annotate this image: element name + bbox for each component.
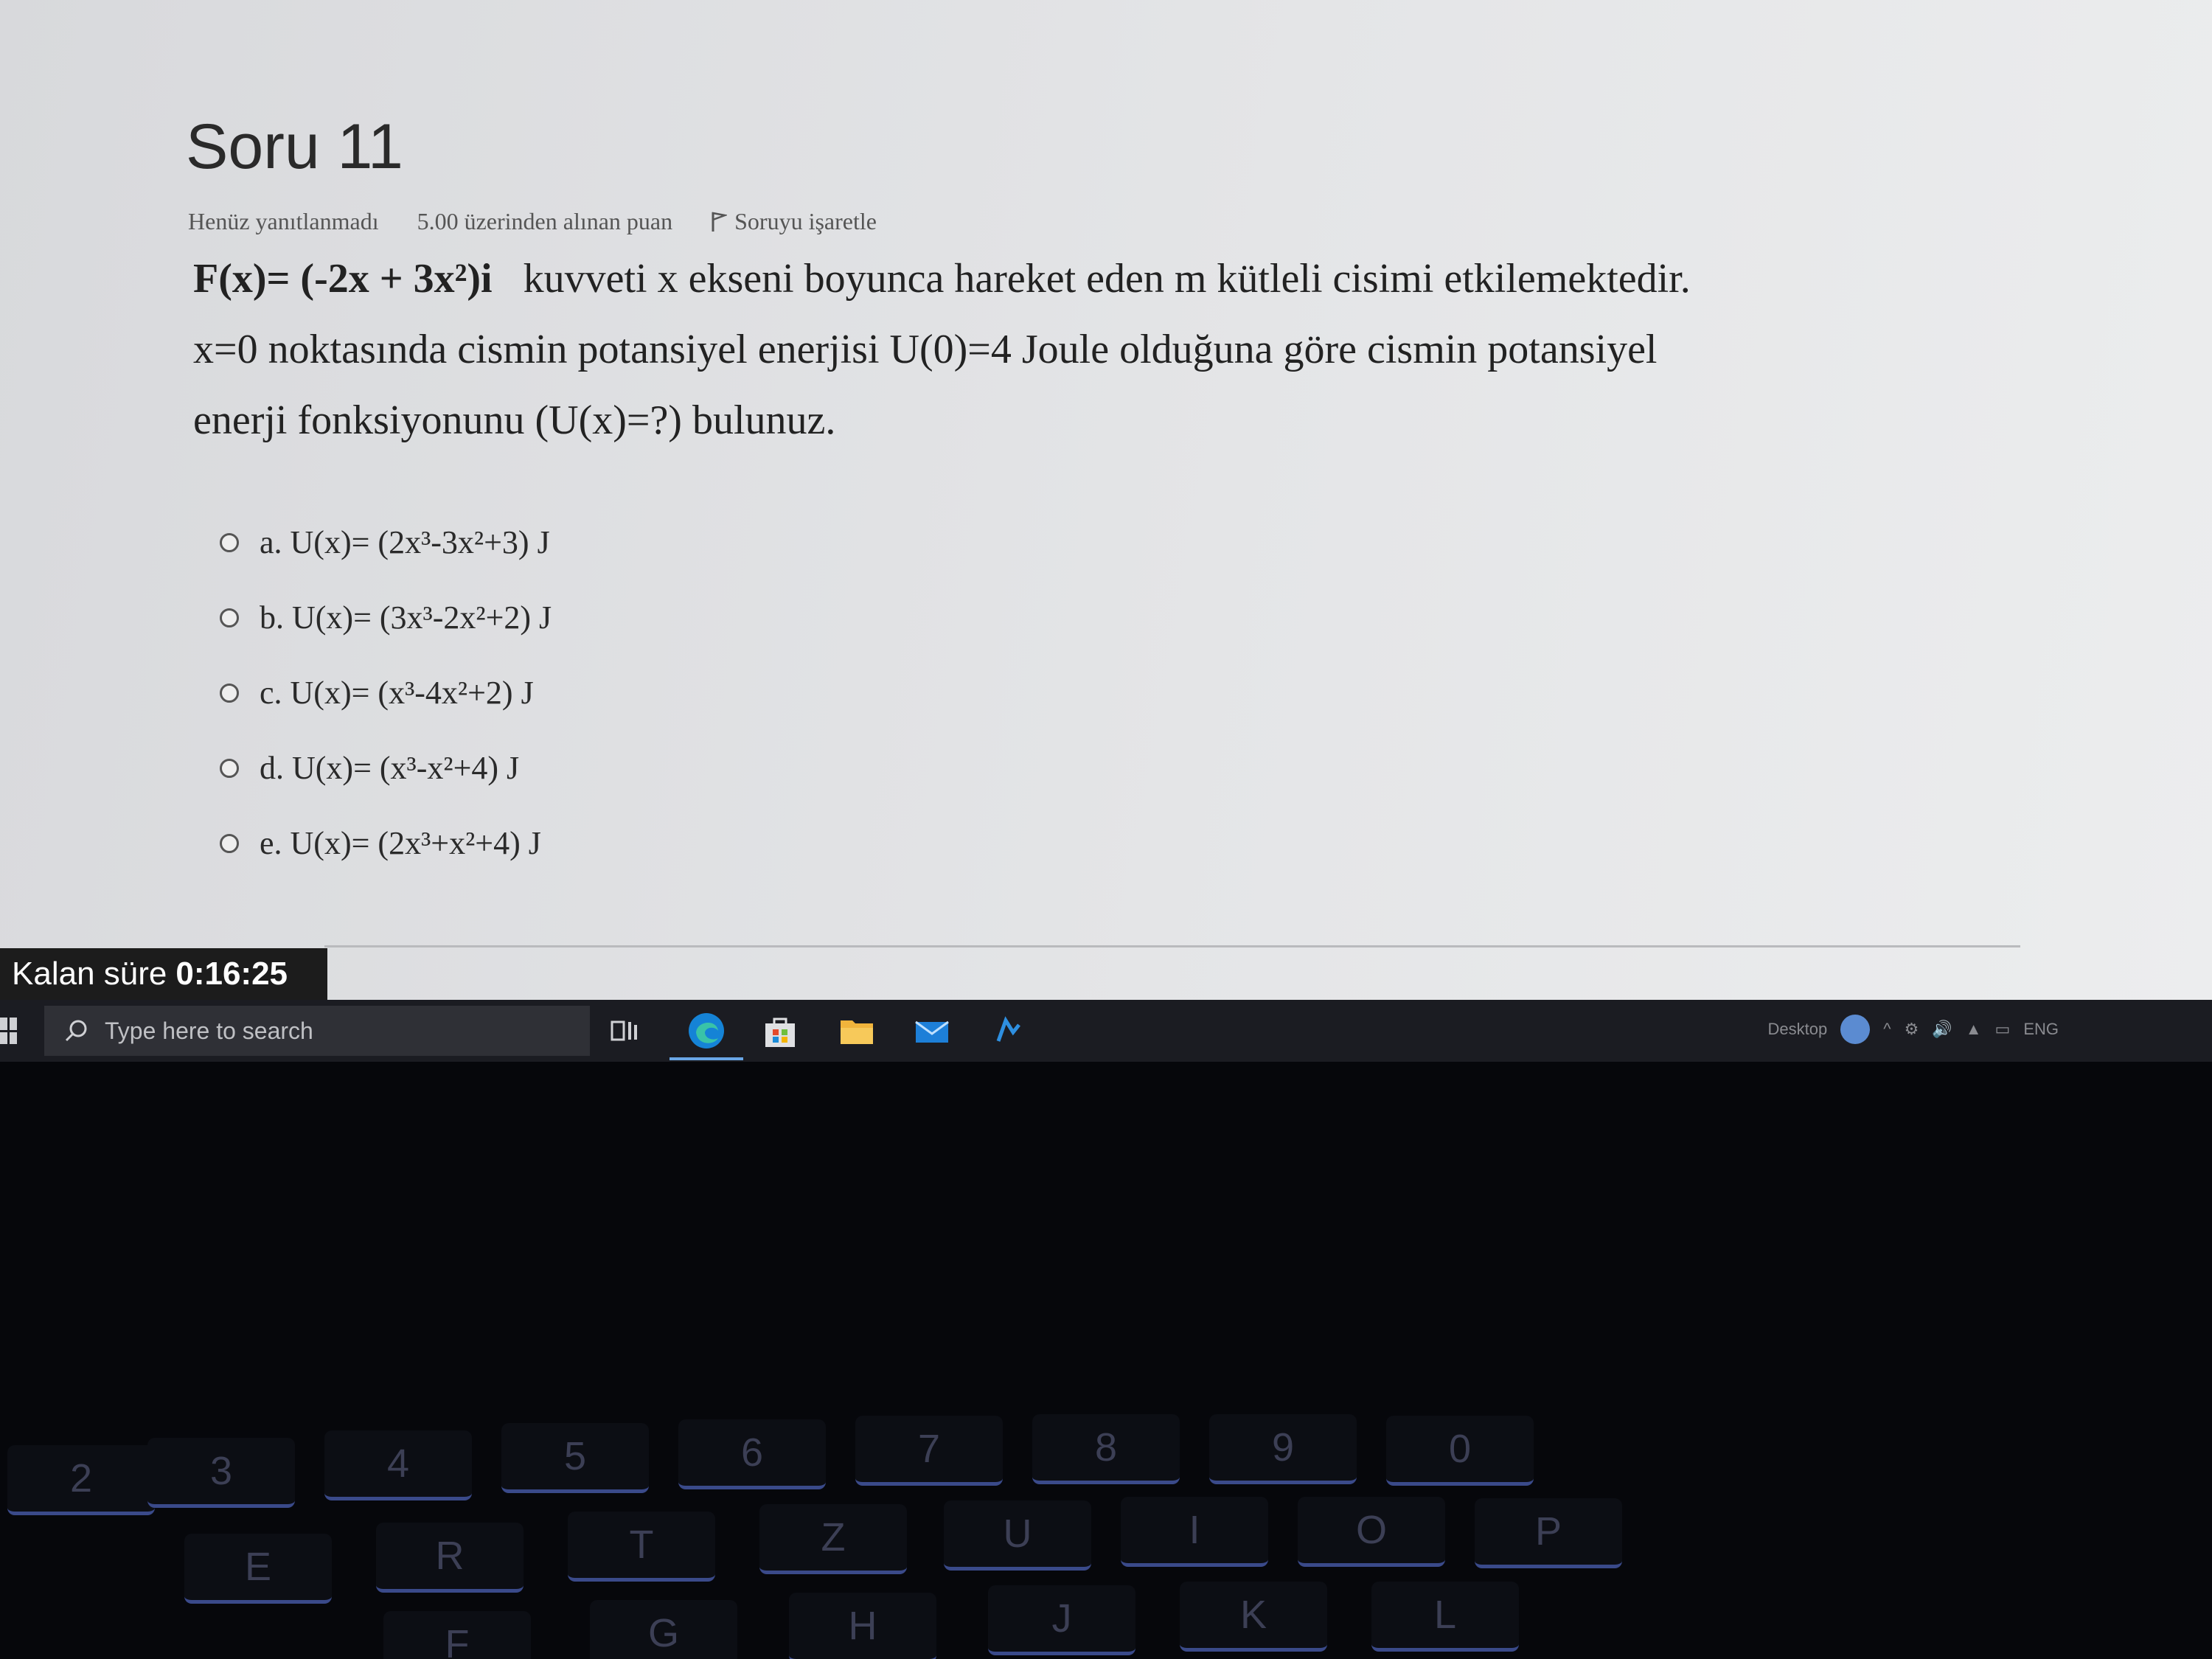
mail-icon[interactable] — [911, 1010, 953, 1051]
key-l: L — [1371, 1582, 1519, 1652]
option-c-label: c. U(x)= (x³-4x²+2) J — [260, 675, 534, 711]
key-z: Z — [759, 1504, 907, 1574]
radio-b[interactable] — [220, 608, 239, 627]
key-2: 2 — [7, 1445, 155, 1515]
laptop-keyboard: 2 3 4 5 6 7 8 9 0 E R T Z U I O P F G H … — [0, 1062, 2212, 1659]
key-t: T — [568, 1512, 715, 1582]
force-formula: F(x)= (-2x + 3x²)i — [193, 256, 493, 302]
radio-d[interactable] — [220, 758, 239, 778]
remaining-time: Kalan süre 0:16:25 — [0, 948, 327, 1000]
option-b[interactable]: b. U(x)= (3x³-2x²+2) J — [220, 599, 552, 636]
question-title: Soru 11 — [186, 111, 403, 182]
language-indicator[interactable]: ENG — [2023, 1020, 2059, 1039]
question-text-line-1: F(x)= (-2x + 3x²)i kuvveti x ekseni boyu… — [193, 255, 1691, 302]
key-5: 5 — [501, 1423, 649, 1493]
timer-value: 0:16:25 — [175, 956, 288, 992]
question-text-line-3: enerji fonksiyonunu (U(x)=?) bulunuz. — [193, 397, 836, 443]
settings-icon[interactable]: ⚙ — [1905, 1020, 1919, 1039]
answer-status: Henüz yanıtlanmadı — [188, 208, 379, 234]
key-f: F — [383, 1611, 531, 1659]
key-3: 3 — [147, 1438, 295, 1508]
radio-c[interactable] — [220, 683, 239, 703]
question-meta: Henüz yanıtlanmadı 5.00 üzerinden alınan… — [188, 208, 953, 235]
option-e-label: e. U(x)= (2x³+x²+4) J — [260, 825, 541, 861]
key-r: R — [376, 1523, 524, 1593]
key-6: 6 — [678, 1419, 826, 1489]
speaker-icon[interactable]: 🔊 — [1932, 1020, 1952, 1039]
search-placeholder: Type here to search — [105, 1017, 313, 1044]
key-e: E — [184, 1534, 332, 1604]
option-d[interactable]: d. U(x)= (x³-x²+4) J — [220, 749, 519, 787]
question-points: 5.00 üzerinden alınan puan — [417, 208, 673, 234]
system-tray: Desktop ^ ⚙ 🔊 ▲ ▭ ENG — [1768, 1015, 2153, 1044]
option-a-label: a. U(x)= (2x³-3x²+3) J — [260, 524, 550, 560]
option-d-label: d. U(x)= (x³-x²+4) J — [260, 750, 520, 786]
task-view-icon[interactable] — [605, 1010, 646, 1051]
question-text-1: kuvveti x ekseni boyunca hareket eden m … — [523, 256, 1691, 302]
key-9: 9 — [1209, 1414, 1357, 1484]
key-g: G — [590, 1600, 737, 1659]
key-0: 0 — [1386, 1416, 1534, 1486]
battery-icon[interactable]: ▭ — [1995, 1020, 2011, 1039]
chevron-up-icon[interactable]: ^ — [1883, 1020, 1891, 1039]
key-k: K — [1180, 1582, 1327, 1652]
option-b-label: b. U(x)= (3x³-2x²+2) J — [260, 599, 552, 636]
windows-start-icon[interactable] — [0, 1018, 18, 1044]
divider — [324, 945, 2020, 947]
flag-question-label: Soruyu işaretle — [734, 208, 877, 234]
key-o: O — [1298, 1497, 1445, 1567]
radio-e[interactable] — [220, 833, 239, 853]
desktop-label[interactable]: Desktop — [1768, 1020, 1828, 1039]
key-8: 8 — [1032, 1414, 1180, 1484]
network-icon[interactable]: ▲ — [1966, 1020, 1982, 1039]
chrome-icon[interactable] — [1840, 1015, 1871, 1044]
edge-active-indicator — [669, 1057, 743, 1060]
timer-label: Kalan süre — [12, 956, 167, 992]
key-j: J — [988, 1585, 1135, 1655]
key-7: 7 — [855, 1416, 1003, 1486]
browser-screen: Soru 11 Henüz yanıtlanmadı 5.00 üzerinde… — [0, 0, 2212, 1003]
key-4: 4 — [324, 1430, 472, 1500]
radio-a[interactable] — [220, 532, 239, 552]
app-icon[interactable] — [988, 1010, 1029, 1051]
store-icon[interactable] — [759, 1010, 801, 1051]
edge-icon[interactable] — [686, 1010, 727, 1051]
question-text-line-2: x=0 noktasında cismin potansiyel enerjis… — [193, 327, 1658, 372]
key-p: P — [1475, 1498, 1622, 1568]
flag-question-link[interactable]: Soruyu işaretle — [711, 208, 915, 235]
key-u: U — [944, 1500, 1091, 1571]
option-a[interactable]: a. U(x)= (2x³-3x²+3) J — [220, 524, 550, 561]
search-icon — [65, 1020, 87, 1042]
file-explorer-icon[interactable] — [836, 1010, 877, 1051]
option-e[interactable]: e. U(x)= (2x³+x²+4) J — [220, 824, 541, 862]
option-c[interactable]: c. U(x)= (x³-4x²+2) J — [220, 674, 534, 712]
taskbar-search-box[interactable]: Type here to search — [44, 1006, 590, 1056]
key-i: I — [1121, 1497, 1268, 1567]
windows-taskbar: Type here to search Desktop ^ ⚙ 🔊 ▲ ▭ EN… — [0, 1000, 2212, 1062]
flag-icon — [712, 211, 728, 232]
key-h: H — [789, 1593, 936, 1659]
